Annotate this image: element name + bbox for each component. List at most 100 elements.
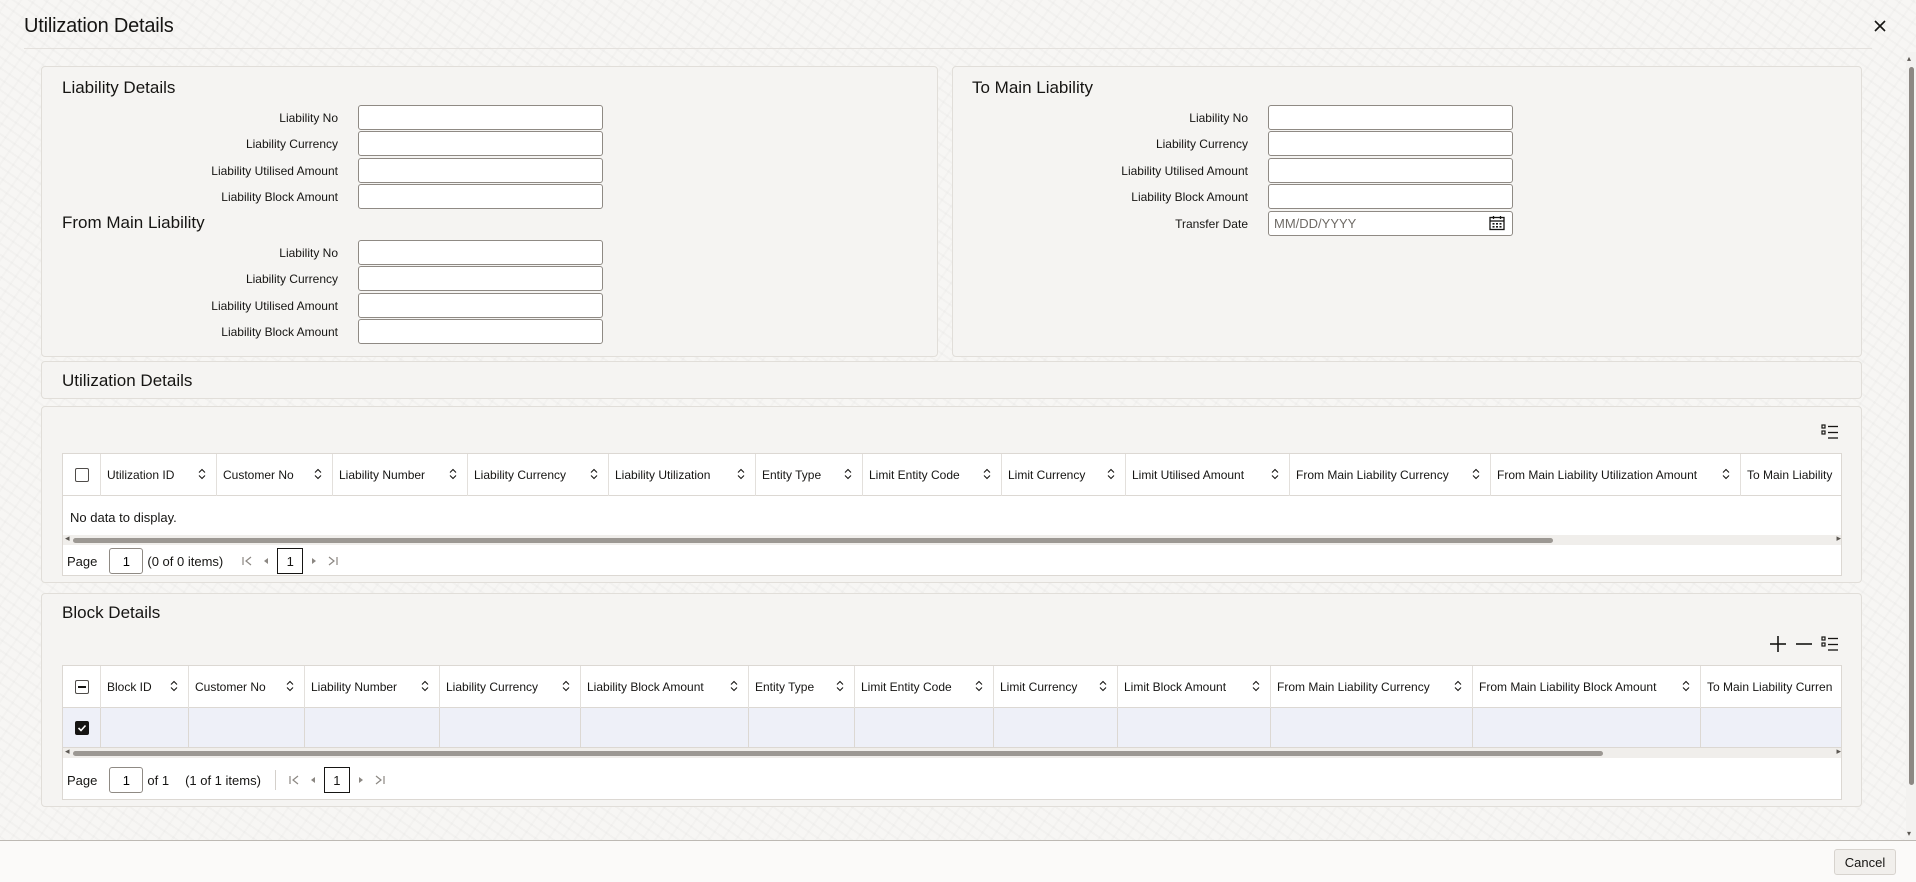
to-liability-block-amount-input[interactable] xyxy=(1268,184,1513,209)
sort-icon[interactable] xyxy=(844,468,852,480)
transfer-date-input[interactable] xyxy=(1268,211,1513,236)
horizontal-scrollbar[interactable]: ◂ ▸ xyxy=(63,746,1841,758)
col-customer-no[interactable]: Customer No xyxy=(189,666,305,708)
remove-row-icon[interactable] xyxy=(1794,634,1814,654)
cell-block-id[interactable] xyxy=(101,708,189,748)
cell-limit-currency[interactable] xyxy=(994,708,1118,748)
cell-limit-entity-code[interactable] xyxy=(855,708,994,748)
col-from-main-liability-utilization-amount[interactable]: From Main Liability Utilization Amount xyxy=(1491,454,1741,496)
horizontal-scrollbar[interactable]: ◂ ▸ xyxy=(63,533,1841,545)
sort-icon[interactable] xyxy=(836,680,844,692)
sort-icon[interactable] xyxy=(983,468,991,480)
vertical-scroll-thumb[interactable] xyxy=(1909,67,1914,785)
col-liability-currency[interactable]: Liability Currency xyxy=(468,454,609,496)
col-from-main-liability-currency[interactable]: From Main Liability Currency xyxy=(1290,454,1491,496)
select-all-checkbox[interactable] xyxy=(74,680,89,694)
col-entity-type[interactable]: Entity Type xyxy=(749,666,855,708)
to-liability-no-input[interactable] xyxy=(1268,105,1513,130)
select-all-checkbox[interactable] xyxy=(74,468,89,482)
sort-icon[interactable] xyxy=(1099,680,1107,692)
col-limit-block-amount[interactable]: Limit Block Amount xyxy=(1118,666,1271,708)
current-page[interactable]: 1 xyxy=(277,548,304,574)
next-page-icon[interactable] xyxy=(309,555,319,567)
col-liability-number[interactable]: Liability Number xyxy=(305,666,440,708)
first-page-icon[interactable] xyxy=(241,555,255,567)
from-liability-no-input[interactable] xyxy=(358,240,603,265)
next-page-icon[interactable] xyxy=(356,774,366,786)
last-page-icon[interactable] xyxy=(372,774,386,786)
sort-icon[interactable] xyxy=(737,468,745,480)
col-limit-currency[interactable]: Limit Currency xyxy=(994,666,1118,708)
cell-limit-block-amount[interactable] xyxy=(1118,708,1271,748)
sort-icon[interactable] xyxy=(562,680,570,692)
sort-icon[interactable] xyxy=(198,468,206,480)
to-liability-utilised-amount-input[interactable] xyxy=(1268,158,1513,183)
current-page[interactable]: 1 xyxy=(323,767,350,793)
col-limit-entity-code[interactable]: Limit Entity Code xyxy=(863,454,1002,496)
sort-icon[interactable] xyxy=(975,680,983,692)
column-manage-icon[interactable] xyxy=(1820,634,1840,654)
scroll-down-arrow[interactable]: ▾ xyxy=(1907,829,1911,838)
cell-from-main-liability-currency[interactable] xyxy=(1271,708,1473,748)
vertical-scrollbar[interactable]: ▴ ▾ xyxy=(1906,52,1916,840)
col-utilization-id[interactable]: Utilization ID xyxy=(101,454,217,496)
sort-icon[interactable] xyxy=(1722,468,1730,480)
col-to-main-liability[interactable]: To Main Liability xyxy=(1741,454,1841,496)
sort-icon[interactable] xyxy=(170,680,178,692)
from-liability-block-amount-input[interactable] xyxy=(358,319,603,344)
scroll-right-arrow[interactable]: ▸ xyxy=(1836,533,1841,544)
col-from-main-liability-block-amount[interactable]: From Main Liability Block Amount xyxy=(1473,666,1701,708)
cancel-button[interactable]: Cancel xyxy=(1834,849,1896,875)
from-liability-utilised-amount-input[interactable] xyxy=(358,293,603,318)
col-liability-currency[interactable]: Liability Currency xyxy=(440,666,581,708)
sort-icon[interactable] xyxy=(449,468,457,480)
liability-currency-input[interactable] xyxy=(358,131,603,156)
col-limit-currency[interactable]: Limit Currency xyxy=(1002,454,1126,496)
sort-icon[interactable] xyxy=(1454,680,1462,692)
liability-no-input[interactable] xyxy=(358,105,603,130)
sort-icon[interactable] xyxy=(1271,468,1279,480)
scroll-left-arrow[interactable]: ◂ xyxy=(65,746,70,757)
scroll-thumb[interactable] xyxy=(73,751,1603,756)
sort-icon[interactable] xyxy=(1472,468,1480,480)
col-from-main-liability-currency[interactable]: From Main Liability Currency xyxy=(1271,666,1473,708)
sort-icon[interactable] xyxy=(286,680,294,692)
cell-liability-currency[interactable] xyxy=(440,708,581,748)
cell-entity-type[interactable] xyxy=(749,708,855,748)
calendar-icon[interactable] xyxy=(1489,215,1505,231)
first-page-icon[interactable] xyxy=(288,774,302,786)
col-liability-number[interactable]: Liability Number xyxy=(333,454,468,496)
to-liability-currency-input[interactable] xyxy=(1268,131,1513,156)
col-limit-utilised-amount[interactable]: Limit Utilised Amount xyxy=(1126,454,1290,496)
col-block-id[interactable]: Block ID xyxy=(101,666,189,708)
sort-icon[interactable] xyxy=(314,468,322,480)
sort-icon[interactable] xyxy=(1107,468,1115,480)
col-limit-entity-code[interactable]: Limit Entity Code xyxy=(855,666,994,708)
sort-icon[interactable] xyxy=(1682,680,1690,692)
col-liability-block-amount[interactable]: Liability Block Amount xyxy=(581,666,749,708)
col-customer-no[interactable]: Customer No xyxy=(217,454,333,496)
last-page-icon[interactable] xyxy=(325,555,339,567)
page-input[interactable] xyxy=(109,767,144,793)
col-liability-utilization[interactable]: Liability Utilization xyxy=(609,454,756,496)
scroll-thumb[interactable] xyxy=(73,538,1553,543)
col-to-main-liability-currency[interactable]: To Main Liability Curren xyxy=(1701,666,1841,708)
cell-liability-block-amount[interactable] xyxy=(581,708,749,748)
liability-utilised-amount-input[interactable] xyxy=(358,158,603,183)
scroll-left-arrow[interactable]: ◂ xyxy=(65,533,70,544)
sort-icon[interactable] xyxy=(421,680,429,692)
prev-page-icon[interactable] xyxy=(261,555,271,567)
close-button[interactable] xyxy=(1870,16,1890,36)
from-liability-currency-input[interactable] xyxy=(358,266,603,291)
row-checkbox[interactable] xyxy=(74,721,89,735)
cell-to-main-liability-currency[interactable] xyxy=(1701,708,1841,748)
scroll-up-arrow[interactable]: ▴ xyxy=(1907,54,1911,63)
add-row-icon[interactable] xyxy=(1768,634,1788,654)
prev-page-icon[interactable] xyxy=(308,774,318,786)
scroll-right-arrow[interactable]: ▸ xyxy=(1836,746,1841,757)
table-row[interactable] xyxy=(63,708,1841,748)
sort-icon[interactable] xyxy=(1252,680,1260,692)
sort-icon[interactable] xyxy=(590,468,598,480)
cell-from-main-liability-block-amount[interactable] xyxy=(1473,708,1701,748)
col-entity-type[interactable]: Entity Type xyxy=(756,454,863,496)
